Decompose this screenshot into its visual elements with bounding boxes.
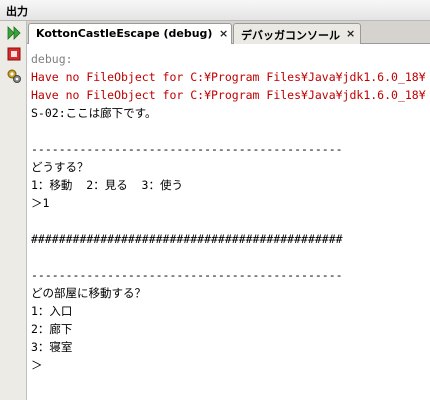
console-line: ＞ [31, 358, 43, 372]
console-line: 1：入口 [31, 304, 73, 318]
console-line: ＞1 [31, 196, 50, 210]
stop-icon[interactable] [6, 46, 22, 62]
close-icon[interactable]: × [219, 27, 228, 40]
console-line: S-02:ここは廊下です。 [31, 106, 157, 120]
console-output[interactable]: debug: Have no FileObject for C:¥Program … [27, 44, 430, 400]
output-window-titlebar: 出力 [0, 0, 430, 21]
tab-kottoncastleescape-debug[interactable]: KottonCastleEscape (debug) × [28, 23, 232, 45]
console-line: 2：廊下 [31, 322, 73, 336]
console-line: 1：移動 2：見る 3：使う [31, 178, 183, 192]
tab-label: KottonCastleEscape (debug) [36, 27, 213, 40]
console-line: ----------------------------------------… [31, 268, 343, 282]
tab-strip: KottonCastleEscape (debug) × デバッガコンソール × [27, 21, 430, 45]
console-line: debug: [31, 52, 73, 66]
close-icon[interactable]: × [346, 27, 355, 40]
console-line: Have no FileObject for C:¥Program Files¥… [31, 88, 426, 102]
console-line: 3：寝室 [31, 340, 73, 354]
console-line: ----------------------------------------… [31, 142, 343, 156]
console-line: Have no FileObject for C:¥Program Files¥… [31, 70, 426, 84]
console-line: どの部屋に移動する？ [31, 286, 146, 300]
console-lines: debug: Have no FileObject for C:¥Program … [31, 50, 430, 374]
settings-icon[interactable] [6, 68, 22, 84]
console-line: どうする？ [31, 160, 89, 174]
output-toolbar [0, 21, 27, 400]
tab-debugger-console[interactable]: デバッガコンソール × [233, 23, 361, 44]
tab-label: デバッガコンソール [241, 29, 340, 42]
double-play-icon[interactable] [6, 25, 22, 41]
window-title: 出力 [6, 5, 28, 18]
console-line: ########################################… [31, 232, 343, 246]
